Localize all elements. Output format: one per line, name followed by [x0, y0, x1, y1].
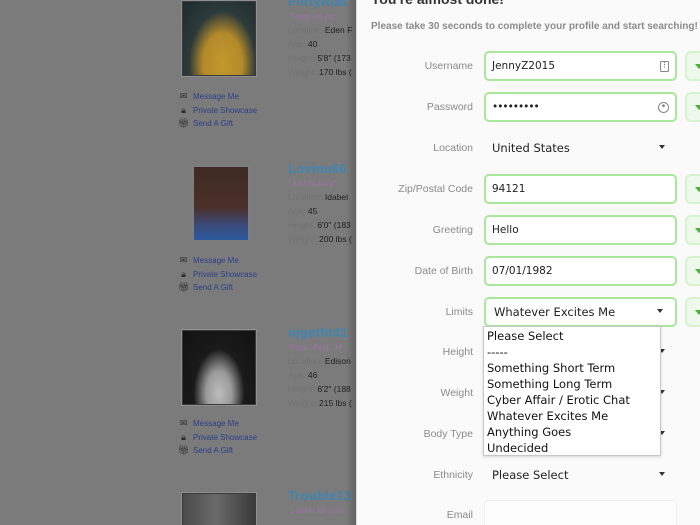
email-input[interactable] [484, 500, 677, 525]
zip-label: Zip/Postal Code [398, 183, 473, 195]
email-row: Email [357, 500, 700, 525]
lock-icon: 🔒︎ [181, 104, 186, 115]
dropdown-caret-icon [659, 472, 665, 476]
envelope-icon: ✉ [179, 91, 188, 102]
lock-icon: 🔒︎ [181, 268, 186, 279]
email-label: Email [446, 509, 473, 521]
limits-option[interactable]: Something Long Term [484, 376, 660, 392]
password-valid-indicator [685, 92, 700, 122]
ethnicity-label: Ethnicity [433, 469, 473, 481]
limits-select[interactable]: Whatever Excites Me [484, 297, 677, 327]
dob-input[interactable]: 07/01/1982 [484, 256, 677, 286]
username-valid-indicator [685, 51, 700, 81]
lock-icon: 🔒︎ [181, 431, 186, 442]
profile-photo[interactable] [181, 329, 257, 406]
ethnicity-select[interactable]: Please Select [484, 460, 677, 490]
private-showcase-link[interactable]: 🔒︎ Private Showcase [178, 431, 257, 445]
check-chevron-icon [695, 310, 700, 315]
location-row: Location United States [357, 133, 700, 163]
send-gift-link[interactable]: 🎁︎ Send A Gift [178, 281, 257, 295]
limits-option[interactable]: Undecided [484, 440, 660, 456]
limits-dropdown-list: Please Select ----- Something Short Term… [483, 326, 661, 456]
dob-valid-indicator [685, 256, 700, 286]
dropdown-caret-icon [657, 309, 663, 313]
contact-card-icon[interactable]: ⁝ [660, 61, 669, 72]
limits-option[interactable]: Something Short Term [484, 360, 660, 376]
ethnicity-row: Ethnicity Please Select [357, 460, 700, 490]
password-label: Password [426, 101, 473, 113]
check-chevron-icon [695, 269, 700, 274]
username-label: Username [424, 60, 473, 72]
height-label: Height [442, 346, 473, 358]
location-select[interactable]: United States [484, 133, 677, 163]
check-chevron-icon [695, 105, 700, 110]
zip-valid-indicator [685, 174, 700, 204]
gift-icon: 🎁︎ [177, 445, 190, 456]
zip-input[interactable]: 94121 [484, 174, 677, 204]
profile-listing: ✉ Message Me 🔒︎ Private Showcase 🎁︎ Send A … [0, 0, 356, 525]
greeting-valid-indicator [685, 215, 700, 245]
limits-row: Limits Whatever Excites Me [357, 297, 700, 327]
username-row: Username JennyZ2015 ⁝ [357, 51, 700, 81]
message-me-link[interactable]: ✉ Message Me [178, 90, 257, 104]
modal-subtitle: Please take 30 seconds to complete your … [371, 21, 698, 32]
limits-label: Limits [445, 306, 473, 318]
send-gift-link[interactable]: 🎁︎ Send A Gift [178, 117, 257, 131]
greeting-row: Greeting Hello [357, 215, 700, 245]
password-row: Password ••••••••• • [357, 92, 700, 122]
profile-photo[interactable] [181, 492, 257, 525]
dropdown-caret-icon [659, 145, 665, 149]
weight-label: Weight [440, 387, 474, 399]
profile-actions: ✉ Message Me 🔒︎ Private Showcase 🎁︎ Send A … [178, 254, 257, 295]
envelope-icon: ✉ [179, 255, 188, 266]
modal-title: You're almost done! [371, 0, 504, 7]
limits-option[interactable]: Please Select [484, 328, 660, 344]
body-type-label: Body Type [423, 428, 473, 440]
password-input[interactable]: ••••••••• • [484, 92, 677, 122]
private-showcase-link[interactable]: 🔒︎ Private Showcase [178, 104, 257, 118]
dob-label: Date of Birth [414, 265, 473, 277]
username-input[interactable]: JennyZ2015 ⁝ [484, 51, 677, 81]
limits-option[interactable]: Whatever Excites Me [484, 408, 660, 424]
page: ✉ Message Me 🔒︎ Private Showcase 🎁︎ Send A … [0, 0, 700, 525]
gift-icon: 🎁︎ [177, 282, 190, 293]
limits-option[interactable]: ----- [484, 344, 660, 360]
greeting-input[interactable]: Hello [484, 215, 677, 245]
gift-icon: 🎁︎ [177, 118, 190, 129]
envelope-icon: ✉ [179, 418, 188, 429]
send-gift-link[interactable]: 🎁︎ Send A Gift [178, 444, 257, 458]
limits-valid-indicator [685, 297, 700, 327]
profile-actions: ✉ Message Me 🔒︎ Private Showcase 🎁︎ Send A … [178, 90, 257, 131]
password-key-icon[interactable]: • [658, 102, 669, 113]
profile-actions: ✉ Message Me 🔒︎ Private Showcase 🎁︎ Send A … [178, 417, 257, 458]
message-me-link[interactable]: ✉ Message Me [178, 254, 257, 268]
private-showcase-link[interactable]: 🔒︎ Private Showcase [178, 268, 257, 282]
dob-row: Date of Birth 07/01/1982 [357, 256, 700, 286]
greeting-label: Greeting [432, 224, 473, 236]
profile-photo[interactable] [192, 165, 250, 242]
check-chevron-icon [695, 228, 700, 233]
check-chevron-icon [695, 64, 700, 69]
limits-option[interactable]: Cyber Affair / Erotic Chat [484, 392, 660, 408]
limits-option[interactable]: Anything Goes [484, 424, 660, 440]
profile-photo[interactable] [181, 0, 257, 77]
message-me-link[interactable]: ✉ Message Me [178, 417, 257, 431]
location-label: Location [433, 142, 473, 154]
check-chevron-icon [695, 187, 700, 192]
zip-row: Zip/Postal Code 94121 [357, 174, 700, 204]
